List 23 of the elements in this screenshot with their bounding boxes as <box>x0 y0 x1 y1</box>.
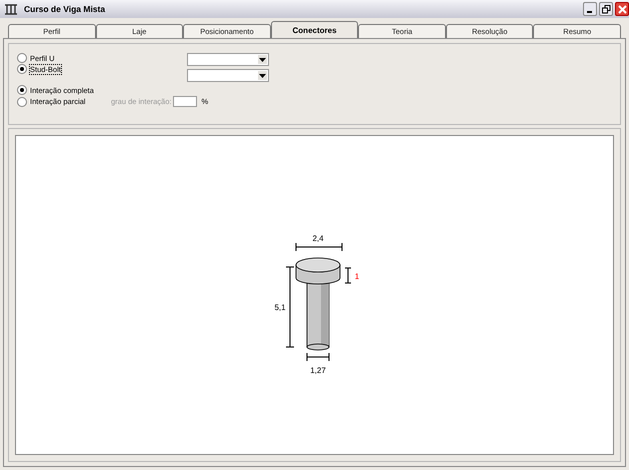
dimension-label: 1,27 <box>310 366 326 375</box>
tab[interactable]: Conectores <box>270 21 358 38</box>
radio-button[interactable] <box>17 64 27 74</box>
close-icon <box>618 4 626 14</box>
dimension-label: 1 <box>354 272 360 281</box>
radio-button[interactable] <box>17 96 27 106</box>
restore-button[interactable] <box>599 2 613 16</box>
radio-button[interactable] <box>17 53 27 63</box>
dropdown[interactable] <box>187 53 269 66</box>
caret-icon <box>259 74 266 78</box>
dropdown[interactable] <box>187 69 269 82</box>
minimize-button[interactable] <box>583 2 597 16</box>
dimension-line <box>296 242 342 252</box>
restore-icon <box>602 4 610 14</box>
app-icon <box>4 3 18 15</box>
dimension-label: 2,4 <box>312 234 324 243</box>
dimension-line <box>344 268 352 284</box>
caret-icon <box>259 58 266 62</box>
dimension-line <box>306 352 330 362</box>
radio-button[interactable] <box>17 85 27 95</box>
window-title: Curso de Viga Mista <box>24 4 106 14</box>
dimension-label: 5,1 <box>274 303 286 312</box>
close-button[interactable] <box>615 2 629 16</box>
